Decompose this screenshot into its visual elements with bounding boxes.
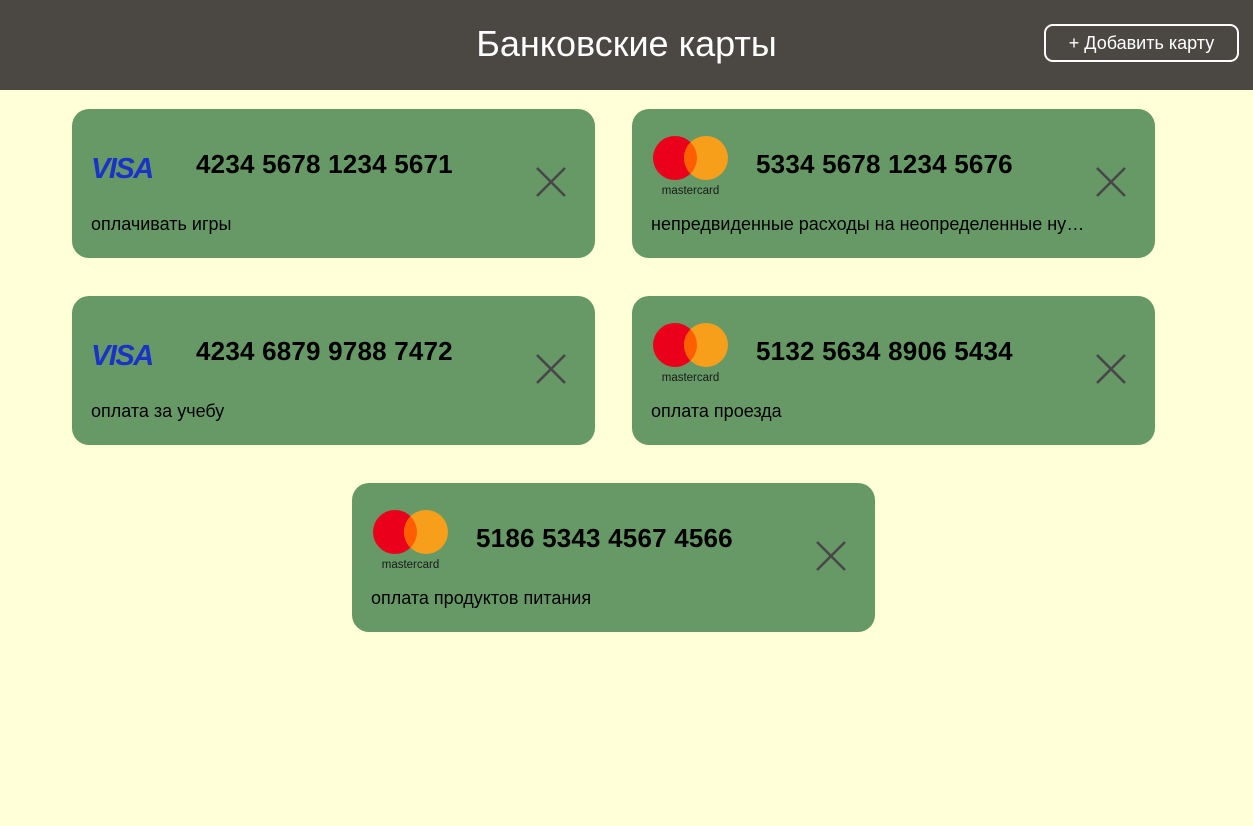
bank-card: mastercard 5334 5678 1234 5676 непредвид… [632,109,1155,258]
mastercard-logo-icon: mastercard [373,510,448,571]
svg-text:mastercard: mastercard [662,372,720,384]
card-note: оплата проезда [651,401,782,421]
remove-card-button[interactable] [531,162,571,202]
card-note: оплата продуктов питания [371,588,592,608]
card-number: 4234 6879 9788 7472 [196,336,453,366]
add-card-button[interactable]: + Добавить карту [1044,24,1239,62]
bank-card: mastercard 5186 5343 4567 4566 оплата пр… [352,483,875,632]
remove-card-button[interactable] [811,536,851,576]
card-number: 4234 5678 1234 5671 [196,149,453,179]
svg-text:mastercard: mastercard [382,559,440,571]
app-header: Банковские карты + Добавить карту [0,0,1253,90]
card-note: оплата за учебу [91,401,225,421]
bank-card: mastercard 5132 5634 8906 5434 оплата пр… [632,296,1155,445]
mastercard-logo-icon: mastercard [653,136,728,197]
close-icon [816,541,846,571]
card-number: 5334 5678 1234 5676 [756,149,1013,179]
mastercard-logo-icon: mastercard [653,323,728,384]
bank-card: VISA 4234 6879 9788 7472 оплата за учебу [72,296,595,445]
close-icon [1096,167,1126,197]
svg-text:VISA: VISA [91,340,153,372]
svg-text:VISA: VISA [91,153,153,185]
close-icon [536,354,566,384]
visa-logo-icon: VISA [91,340,154,372]
card-note: непредвиденные расходы на неопределенные… [651,214,1091,234]
remove-card-button[interactable] [1091,349,1131,389]
remove-card-button[interactable] [531,349,571,389]
bank-card: VISA 4234 5678 1234 5671 оплачивать игры [72,109,595,258]
remove-card-button[interactable] [1091,162,1131,202]
visa-logo-icon: VISA [91,153,154,185]
card-number: 5186 5343 4567 4566 [476,523,733,553]
svg-text:mastercard: mastercard [662,185,720,197]
card-number: 5132 5634 8906 5434 [756,336,1013,366]
close-icon [536,167,566,197]
card-note: оплачивать игры [91,214,232,234]
close-icon [1096,354,1126,384]
